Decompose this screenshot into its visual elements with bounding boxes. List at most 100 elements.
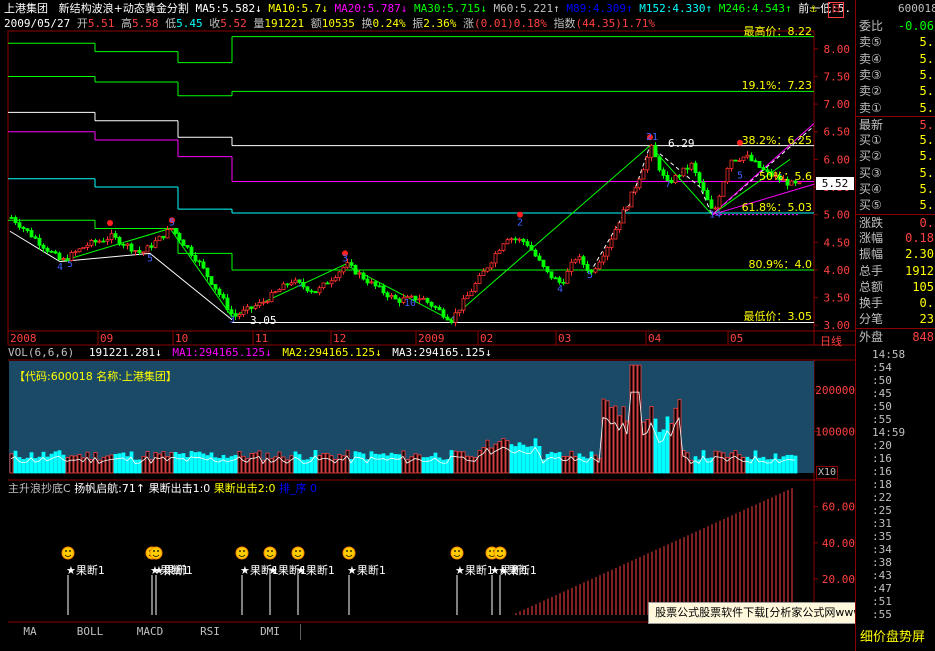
candle-body	[633, 187, 638, 193]
price-tick-label: 7.00	[824, 98, 851, 111]
tab-macd[interactable]: MACD	[120, 624, 181, 640]
smiley-icon	[149, 546, 163, 560]
volume-bar	[501, 438, 506, 474]
candle-body	[369, 281, 374, 284]
candle-body	[597, 261, 602, 270]
candle-body	[493, 253, 498, 264]
sidebar-row: 买⑤ 5.	[856, 197, 935, 213]
volume-bar	[489, 447, 494, 474]
sidebar-row-value: 1912	[905, 263, 934, 278]
volume-bar	[361, 453, 366, 474]
smiley-icon	[493, 546, 507, 560]
candle-body	[553, 277, 558, 280]
star-icon: ★	[268, 564, 278, 577]
candle-body	[317, 287, 322, 294]
star-icon: ★	[154, 564, 164, 577]
sidebar-row-value: 5.	[919, 117, 934, 132]
volume-bar	[229, 456, 234, 474]
sidebar-row: 换手 0.	[856, 295, 935, 311]
smiley-eye	[239, 550, 241, 552]
candle-body	[37, 237, 42, 246]
sidebar-bottom-label[interactable]: 细价盘势屏	[860, 626, 925, 645]
volume-bar	[105, 455, 110, 474]
volume-bar	[57, 450, 62, 474]
sidebar-row: 买③ 5.	[856, 165, 935, 181]
signal-axis: 60.00 40.00 20.00	[814, 501, 855, 586]
sidebar-row-value: 5.	[919, 67, 934, 82]
volume-bar	[569, 450, 574, 474]
volume-bar	[213, 457, 218, 474]
candle-body	[285, 283, 290, 286]
sidebar-row: 卖② 5.	[856, 83, 935, 99]
candle-body	[457, 309, 462, 314]
candle-body	[269, 292, 274, 303]
wave-count-label: 14	[709, 209, 721, 220]
volume-bar	[401, 450, 406, 474]
candle-body	[49, 250, 54, 253]
volume-bar	[225, 457, 230, 474]
price-tick-label: 3.00	[824, 319, 851, 332]
candle-body	[521, 238, 526, 243]
volume-bar	[201, 453, 206, 474]
sidebar-row-value: 5.	[919, 149, 934, 164]
tab-rsi[interactable]: RSI	[180, 624, 241, 640]
volume-bar	[629, 364, 634, 474]
candle-body	[585, 264, 590, 271]
volume-bar	[721, 452, 726, 474]
candle-body	[657, 156, 662, 171]
volume-bar	[741, 457, 746, 474]
sidebar-row-value: -0.06	[897, 19, 934, 33]
tick-time: :51	[872, 595, 892, 608]
time-tick-label: 11	[255, 332, 268, 345]
candle-body	[545, 266, 550, 273]
tab-dmi[interactable]: DMI	[240, 624, 301, 640]
candle-body	[141, 251, 146, 254]
volume-bar	[525, 446, 530, 474]
volume-bar	[521, 444, 526, 474]
signal-label: ★果断1	[66, 562, 105, 578]
candle-body	[349, 262, 354, 266]
candle-body	[189, 246, 194, 256]
candle-body	[641, 169, 646, 180]
volume-bar	[233, 454, 238, 474]
tab-boll[interactable]: BOLL	[60, 624, 121, 640]
signal-legend-item: 排_序 0	[275, 482, 318, 495]
candle-body	[321, 282, 326, 289]
wave-count-label: 4	[57, 262, 63, 273]
candle-body	[89, 239, 94, 246]
candle-body	[9, 217, 14, 219]
sidebar-row-value: 5.	[919, 182, 934, 196]
volume-bar	[101, 456, 106, 474]
tab-ma[interactable]: MA	[0, 624, 61, 640]
volume-bar	[13, 450, 18, 474]
candle-body	[577, 256, 582, 261]
candle-body	[173, 228, 178, 234]
volume-bar	[289, 455, 294, 474]
candle-body	[101, 240, 106, 243]
volume-bar	[337, 454, 342, 474]
volume-bar	[237, 450, 242, 474]
tick-time: :54	[872, 361, 892, 374]
candle-body	[745, 154, 750, 158]
volume-bar	[685, 452, 690, 474]
candle-body	[701, 182, 706, 191]
signal-legend-item: 扬帆启航:71	[74, 482, 136, 495]
sidebar-code: 600018	[898, 2, 935, 15]
candle-body	[417, 298, 422, 301]
candle-body	[229, 309, 234, 315]
candle-body	[325, 282, 330, 285]
candle-body	[253, 305, 258, 309]
volume-bar	[573, 456, 578, 474]
candle-body	[445, 316, 450, 321]
period-label[interactable]: 日线	[820, 333, 842, 349]
smiley-eye	[243, 550, 245, 552]
volume-bar	[745, 456, 750, 474]
volume-bar	[793, 455, 798, 474]
volume-bar	[145, 451, 150, 474]
volume-bar	[441, 459, 446, 474]
volume-tick-label: 100000	[815, 426, 855, 439]
candle-body	[313, 291, 318, 294]
volume-bar	[65, 457, 70, 474]
sidebar-row-label: 买③	[859, 165, 882, 180]
volume-bar	[465, 455, 470, 474]
